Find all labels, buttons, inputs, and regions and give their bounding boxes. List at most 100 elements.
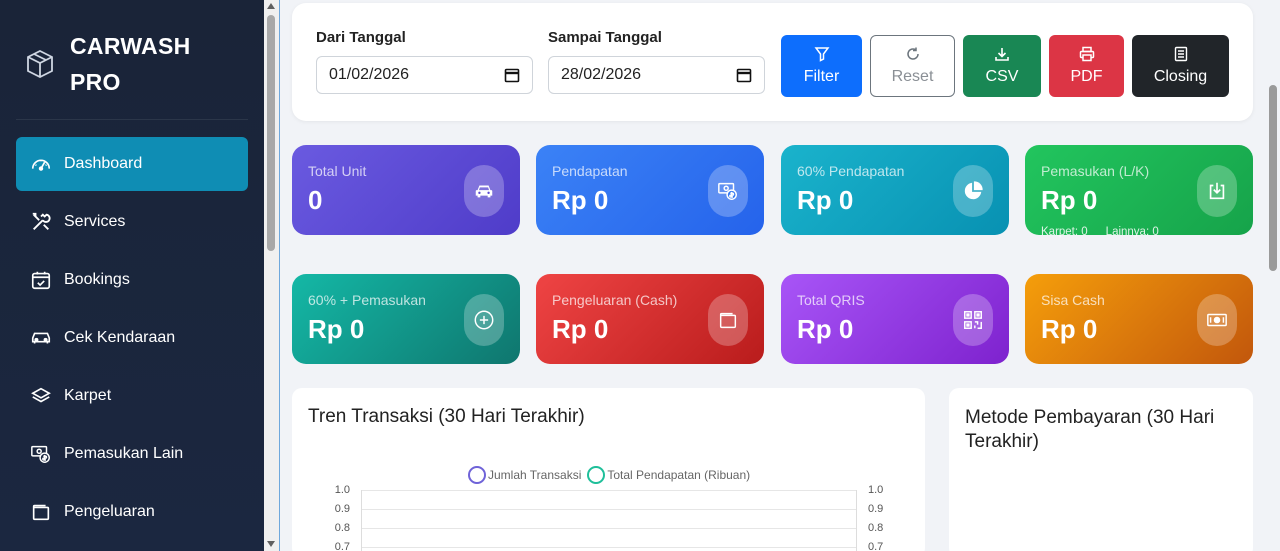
sidebar-item-label: Dashboard	[64, 155, 143, 172]
sidebar-item-label: Pengeluaran	[64, 503, 155, 520]
pie-chart-icon	[964, 181, 983, 200]
sidebar-item-label: Cek Kendaraan	[64, 329, 176, 346]
payment-method-card: Metode Pembayaran (30 Hari Terakhir)	[949, 388, 1253, 551]
to-date-input[interactable]: 28/02/2026	[548, 56, 765, 94]
chart-plot-area	[361, 490, 857, 551]
box-arrow-in-down-icon	[1209, 182, 1225, 200]
layers-icon	[31, 387, 51, 403]
divider	[279, 0, 280, 551]
sidebar-scrollbar[interactable]	[264, 0, 279, 551]
y-tick-label: 0.8	[334, 522, 350, 534]
y-axis-right: 1.0 0.9 0.8 0.7	[868, 484, 888, 551]
sidebar-item-bookings[interactable]: Bookings	[16, 253, 248, 307]
stat-card-sisa-cash: Sisa Cash Rp 0	[1025, 274, 1253, 364]
reset-button-label: Reset	[891, 68, 934, 85]
transaction-trend-card: Tren Transaksi (30 Hari Terakhir) Jumlah…	[292, 388, 925, 551]
brand-name: CARWASH PRO	[70, 32, 191, 95]
payment-card-title: Metode Pembayaran (30 Hari Terakhir)	[965, 407, 1215, 452]
legend-swatch	[587, 466, 606, 484]
pdf-button-label: PDF	[1070, 68, 1103, 85]
closing-button-label: Closing	[1153, 68, 1208, 85]
stat-icon-wrap	[464, 294, 504, 346]
stat-card-total-unit: Total Unit 0	[292, 145, 520, 235]
y-tick-label: 0.9	[334, 503, 350, 515]
chart-card-title: Tren Transaksi (30 Hari Terakhir)	[308, 406, 585, 427]
sidebar-item-services[interactable]: Services	[16, 195, 248, 249]
from-date-label: Dari Tanggal	[316, 29, 406, 46]
from-date-value: 01/02/2026	[329, 66, 410, 83]
scrollbar-thumb[interactable]	[1269, 85, 1277, 271]
stat-icon-wrap	[1197, 165, 1237, 217]
to-date-label: Sampai Tanggal	[548, 29, 662, 46]
sidebar: CARWASH PRO Dashboard Services Bookings …	[0, 0, 264, 551]
calendar-check-icon	[31, 271, 51, 290]
download-icon	[995, 48, 1009, 61]
y-tick-label: 1.0	[868, 484, 884, 496]
y-axis-left: 1.0 0.9 0.8 0.7	[332, 484, 350, 551]
stat-icon-wrap	[708, 294, 748, 346]
stat-icon-wrap	[708, 165, 748, 217]
calendar-icon[interactable]	[736, 67, 752, 83]
y-tick-label: 0.9	[868, 503, 884, 515]
sidebar-item-cek-kendaraan[interactable]: Cek Kendaraan	[16, 311, 248, 365]
stat-card-60-pendapatan: 60% Pendapatan Rp 0	[781, 145, 1009, 235]
reset-button[interactable]: Reset	[870, 35, 955, 97]
legend-label: Total Pendapatan (Ribuan)	[607, 468, 751, 482]
legend-item-jumlah-transaksi[interactable]: Jumlah Transaksi	[468, 466, 581, 484]
sidebar-nav: Dashboard Services Bookings Cek Kendaraa…	[16, 137, 248, 543]
y-tick-label: 1.0	[334, 484, 350, 496]
stat-card-total-qris: Total QRIS Rp 0	[781, 274, 1009, 364]
stat-icon-wrap	[953, 294, 993, 346]
closing-button[interactable]: Closing	[1132, 35, 1229, 97]
calendar-icon[interactable]	[504, 67, 520, 83]
y-tick-label: 0.8	[868, 522, 884, 534]
gauge-icon	[31, 159, 51, 171]
stat-sub-karpet: Karpet: 0	[1041, 226, 1088, 238]
filter-button[interactable]: Filter	[781, 35, 862, 97]
sidebar-item-pengeluaran[interactable]: Pengeluaran	[16, 485, 248, 539]
stat-card-pendapatan: Pendapatan Rp 0	[536, 145, 764, 235]
stat-card-60-plus-pemasukan: 60% + Pemasukan Rp 0	[292, 274, 520, 364]
from-date-input[interactable]: 01/02/2026	[316, 56, 533, 94]
cash-icon	[1207, 313, 1227, 327]
tools-icon	[32, 212, 51, 230]
scroll-down-arrow-icon[interactable]	[267, 541, 275, 547]
sidebar-item-label: Pemasukan Lain	[64, 445, 184, 462]
brand[interactable]: CARWASH PRO	[16, 8, 248, 120]
y-tick-label: 0.7	[334, 541, 350, 551]
sidebar-item-pemasukan-lain[interactable]: Pemasukan Lain	[16, 427, 248, 481]
qr-code-icon	[964, 311, 982, 329]
car-front-icon	[475, 185, 493, 198]
legend-item-total-pendapatan[interactable]: Total Pendapatan (Ribuan)	[587, 466, 750, 484]
gridline	[362, 547, 856, 548]
funnel-icon	[814, 47, 829, 62]
sidebar-item-karpet[interactable]: Karpet	[16, 369, 248, 423]
plus-circle-icon	[474, 310, 494, 330]
to-date-field: Sampai Tanggal 28/02/2026	[548, 29, 765, 94]
to-date-value: 28/02/2026	[561, 66, 642, 83]
filter-card: Dari Tanggal 01/02/2026 Sampai Tanggal 2…	[292, 3, 1253, 121]
stat-card-pemasukan-lk: Pemasukan (L/K) Rp 0 Karpet: 0 Lainnya: …	[1025, 145, 1253, 238]
csv-button[interactable]: CSV	[963, 35, 1041, 97]
y-tick-label: 0.7	[868, 541, 884, 551]
stat-sub-lainnya: Lainnya: 0	[1105, 226, 1159, 238]
receipt-icon	[1174, 46, 1187, 62]
stat-icon-wrap	[953, 165, 993, 217]
legend-label: Jumlah Transaksi	[488, 468, 582, 482]
legend-swatch	[468, 466, 486, 484]
stat-icon-wrap	[464, 165, 504, 217]
scroll-up-arrow-icon[interactable]	[267, 3, 275, 9]
page-scrollbar[interactable]	[1266, 0, 1280, 551]
stat-card-pengeluaran-cash: Pengeluaran (Cash) Rp 0	[536, 274, 764, 364]
sidebar-item-dashboard[interactable]: Dashboard	[16, 137, 248, 191]
car-icon	[31, 332, 51, 344]
csv-button-label: CSV	[985, 68, 1019, 85]
pdf-button[interactable]: PDF	[1049, 35, 1124, 97]
cash-coin-icon	[718, 182, 737, 200]
filter-button-label: Filter	[803, 68, 840, 85]
box-logo-icon	[27, 49, 53, 78]
sidebar-item-label: Karpet	[64, 387, 112, 404]
sidebar-item-label: Services	[64, 213, 126, 230]
scrollbar-thumb[interactable]	[267, 15, 275, 251]
gridline	[362, 509, 856, 510]
